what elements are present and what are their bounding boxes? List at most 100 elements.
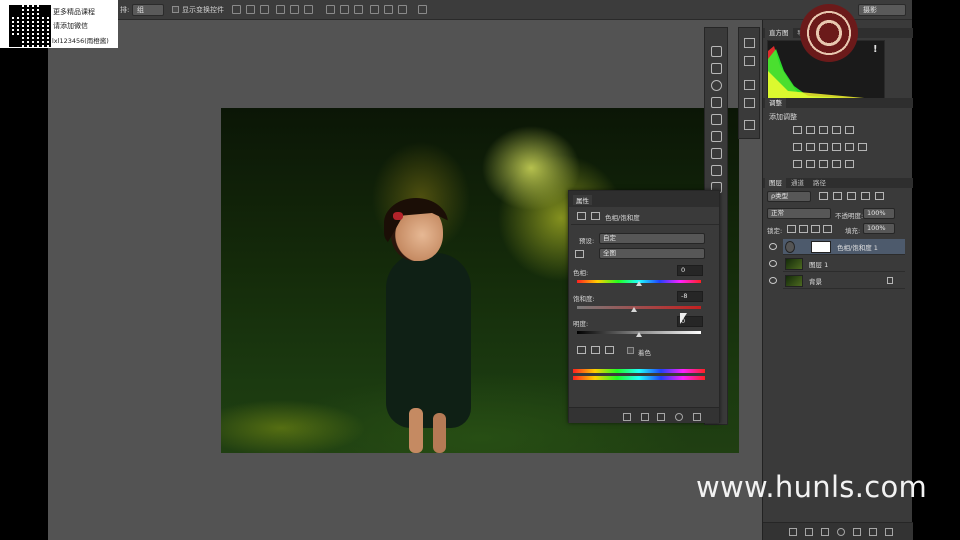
opacity-field[interactable]: 100% [863, 208, 895, 219]
color-balance-adjust-icon[interactable] [806, 143, 815, 151]
visibility-eye-icon[interactable] [769, 260, 777, 267]
histogram-warning-icon[interactable]: ! [873, 44, 878, 55]
eyedropper-icon[interactable] [577, 346, 586, 354]
eyedropper-minus-icon[interactable] [605, 346, 614, 354]
quick-select-tool-icon[interactable] [711, 97, 722, 108]
gradient-map-adjust-icon[interactable] [845, 160, 854, 168]
posterize-adjust-icon[interactable] [806, 160, 815, 168]
hue-slider-thumb[interactable] [636, 281, 642, 286]
lock-all-icon[interactable] [823, 225, 832, 233]
layer-mask-thumbnail[interactable] [811, 241, 831, 253]
black-white-adjust-icon[interactable] [819, 143, 828, 151]
tab-layers[interactable]: 图层 [765, 178, 786, 188]
properties-subheader: 色相/饱和度 [571, 207, 719, 225]
tab-adjustments[interactable]: 调整 [765, 98, 786, 108]
show-transform-checkbox[interactable] [172, 6, 179, 13]
hue-saturation-adjust-icon[interactable] [793, 143, 802, 151]
curves-adjust-icon[interactable] [819, 126, 828, 134]
auto-select-mode-dropdown[interactable]: 组 [132, 4, 164, 16]
lock-position-icon[interactable] [811, 225, 820, 233]
lightness-slider-thumb[interactable] [636, 332, 642, 337]
layer-thumbnail [785, 275, 803, 287]
channel-dropdown[interactable]: 全图 [599, 248, 705, 259]
filter-adjustment-icon[interactable] [833, 192, 842, 200]
levels-adjust-icon[interactable] [806, 126, 815, 134]
crop-tool-icon[interactable] [711, 114, 722, 125]
marquee-tool-icon[interactable] [711, 63, 722, 74]
distribute-left-icon[interactable] [370, 5, 379, 14]
align-right-icon[interactable] [304, 5, 313, 14]
new-group-icon[interactable] [853, 528, 861, 536]
view-previous-icon[interactable] [641, 413, 649, 421]
vibrance-adjust-icon[interactable] [845, 126, 854, 134]
layer-row-layer1[interactable]: 图层 1 [769, 256, 905, 272]
align-bottom-icon[interactable] [260, 5, 269, 14]
hue-value-field[interactable]: 0 [677, 265, 703, 276]
lock-image-icon[interactable] [799, 225, 808, 233]
delete-layer-icon[interactable] [885, 528, 893, 536]
eyedropper-tool-icon[interactable] [711, 131, 722, 142]
character-panel-icon[interactable] [744, 120, 755, 130]
saturation-slider-track[interactable] [577, 306, 701, 309]
visibility-eye-icon[interactable] [769, 277, 777, 284]
saturation-value-field[interactable]: -8 [677, 291, 703, 302]
layer-row-hue-saturation[interactable]: 色相/饱和度 1 [769, 239, 905, 255]
move-tool-icon[interactable] [711, 46, 722, 57]
lasso-tool-icon[interactable] [711, 80, 722, 91]
visibility-eye-icon[interactable] [769, 243, 777, 250]
color-lookup-adjust-icon[interactable] [858, 143, 867, 151]
actions-play-icon[interactable] [744, 56, 755, 66]
healing-brush-tool-icon[interactable] [711, 148, 722, 159]
channel-mixer-adjust-icon[interactable] [845, 143, 854, 151]
selective-color-adjust-icon[interactable] [832, 160, 841, 168]
clip-to-layer-icon[interactable] [623, 413, 631, 421]
new-layer-icon[interactable] [869, 528, 877, 536]
align-left-icon[interactable] [276, 5, 285, 14]
layer-style-fx-icon[interactable] [805, 528, 813, 536]
layer-row-background[interactable]: 背景 [769, 273, 905, 289]
blend-mode-dropdown[interactable]: 正常 [767, 208, 831, 219]
filter-type-icon[interactable] [847, 192, 856, 200]
history-panel-icon[interactable] [744, 38, 755, 48]
mask-icon[interactable] [591, 212, 600, 220]
layer-filter-dropdown[interactable]: ρ类型 [767, 191, 811, 202]
exposure-adjust-icon[interactable] [832, 126, 841, 134]
distribute-vcenter-icon[interactable] [340, 5, 349, 14]
photo-filter-adjust-icon[interactable] [832, 143, 841, 151]
eyedropper-plus-icon[interactable] [591, 346, 600, 354]
target-adjust-hand-icon[interactable] [575, 250, 584, 258]
preset-dropdown[interactable]: 自定 [599, 233, 705, 244]
distribute-bottom-icon[interactable] [354, 5, 363, 14]
saturation-slider-thumb[interactable] [631, 307, 637, 312]
brush-tool-icon[interactable] [711, 165, 722, 176]
workspace-dropdown[interactable]: 摄影 [858, 4, 906, 16]
distribute-right-icon[interactable] [398, 5, 407, 14]
align-hcenter-icon[interactable] [290, 5, 299, 14]
align-vcenter-icon[interactable] [246, 5, 255, 14]
brightness-adjust-icon[interactable] [793, 126, 802, 134]
add-mask-icon[interactable] [821, 528, 829, 536]
colorize-checkbox[interactable] [627, 347, 634, 354]
link-layers-icon[interactable] [789, 528, 797, 536]
fill-field[interactable]: 100% [863, 223, 895, 234]
tab-histogram[interactable]: 直方图 [765, 28, 793, 38]
distribute-top-icon[interactable] [326, 5, 335, 14]
invert-adjust-icon[interactable] [793, 160, 802, 168]
reset-icon[interactable] [657, 413, 665, 421]
filter-pixel-icon[interactable] [819, 192, 828, 200]
filter-smart-object-icon[interactable] [875, 192, 884, 200]
threshold-adjust-icon[interactable] [819, 160, 828, 168]
delete-adjustment-icon[interactable] [693, 413, 701, 421]
tool-presets-icon[interactable] [744, 80, 755, 90]
brush-panel-icon[interactable] [744, 98, 755, 108]
tab-channels[interactable]: 通道 [787, 178, 808, 188]
align-top-icon[interactable] [232, 5, 241, 14]
toggle-visibility-icon[interactable] [675, 413, 683, 421]
filter-shape-icon[interactable] [861, 192, 870, 200]
new-adjustment-icon[interactable] [837, 528, 845, 536]
lock-transparent-icon[interactable] [787, 225, 796, 233]
tab-properties[interactable]: 属性 [573, 195, 592, 205]
distribute-hcenter-icon[interactable] [384, 5, 393, 14]
auto-align-icon[interactable] [418, 5, 427, 14]
tab-paths[interactable]: 路径 [809, 178, 830, 188]
